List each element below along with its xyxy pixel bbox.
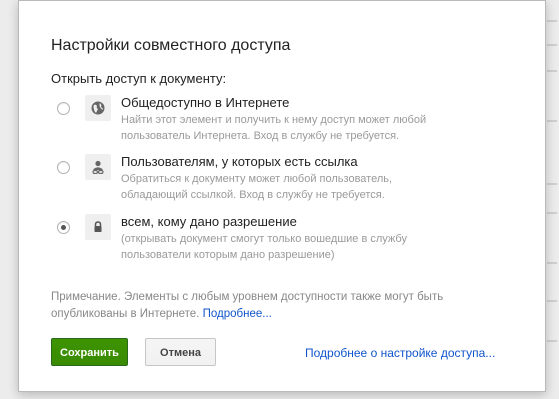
save-button[interactable]: Сохранить bbox=[51, 338, 128, 366]
option-description: (открывать документ смогут только вошедш… bbox=[121, 233, 407, 261]
option-title: Общедоступно в Интернете bbox=[121, 95, 290, 110]
option-description: Найти этот элемент и получить к нему дос… bbox=[121, 114, 427, 142]
cancel-button[interactable]: Отмена bbox=[145, 338, 216, 366]
option-title: Пользователям, у которых есть ссылка bbox=[121, 154, 358, 169]
sharing-settings-dialog: Настройки совместного доступа Открыть до… bbox=[18, 0, 546, 392]
option-title: всем, кому дано разрешение bbox=[121, 214, 297, 229]
radio-specific-people[interactable] bbox=[57, 221, 70, 234]
globe-icon bbox=[85, 95, 111, 121]
dialog-title: Настройки совместного доступа bbox=[51, 37, 291, 54]
visibility-note: Примечание. Элементы с любым уровнем дос… bbox=[51, 289, 491, 323]
option-specific-people[interactable]: всем, кому дано разрешение (открывать до… bbox=[51, 214, 521, 266]
option-anyone-with-link[interactable]: Пользователям, у которых есть ссылка Обр… bbox=[51, 154, 521, 206]
note-learn-more-link[interactable]: Подробнее... bbox=[203, 308, 272, 320]
option-description: Обратиться к документу может любой польз… bbox=[121, 173, 393, 201]
radio-anyone-with-link[interactable] bbox=[57, 161, 70, 174]
learn-more-sharing-link[interactable]: Подробнее о настройке доступа... bbox=[305, 346, 495, 360]
access-section-label: Открыть доступ к документу: bbox=[51, 71, 227, 86]
option-public-on-web[interactable]: Общедоступно в Интернете Найти этот элем… bbox=[51, 95, 521, 147]
radio-public-on-web[interactable] bbox=[57, 102, 70, 115]
lock-icon bbox=[85, 214, 111, 240]
link-person-icon bbox=[85, 154, 111, 180]
